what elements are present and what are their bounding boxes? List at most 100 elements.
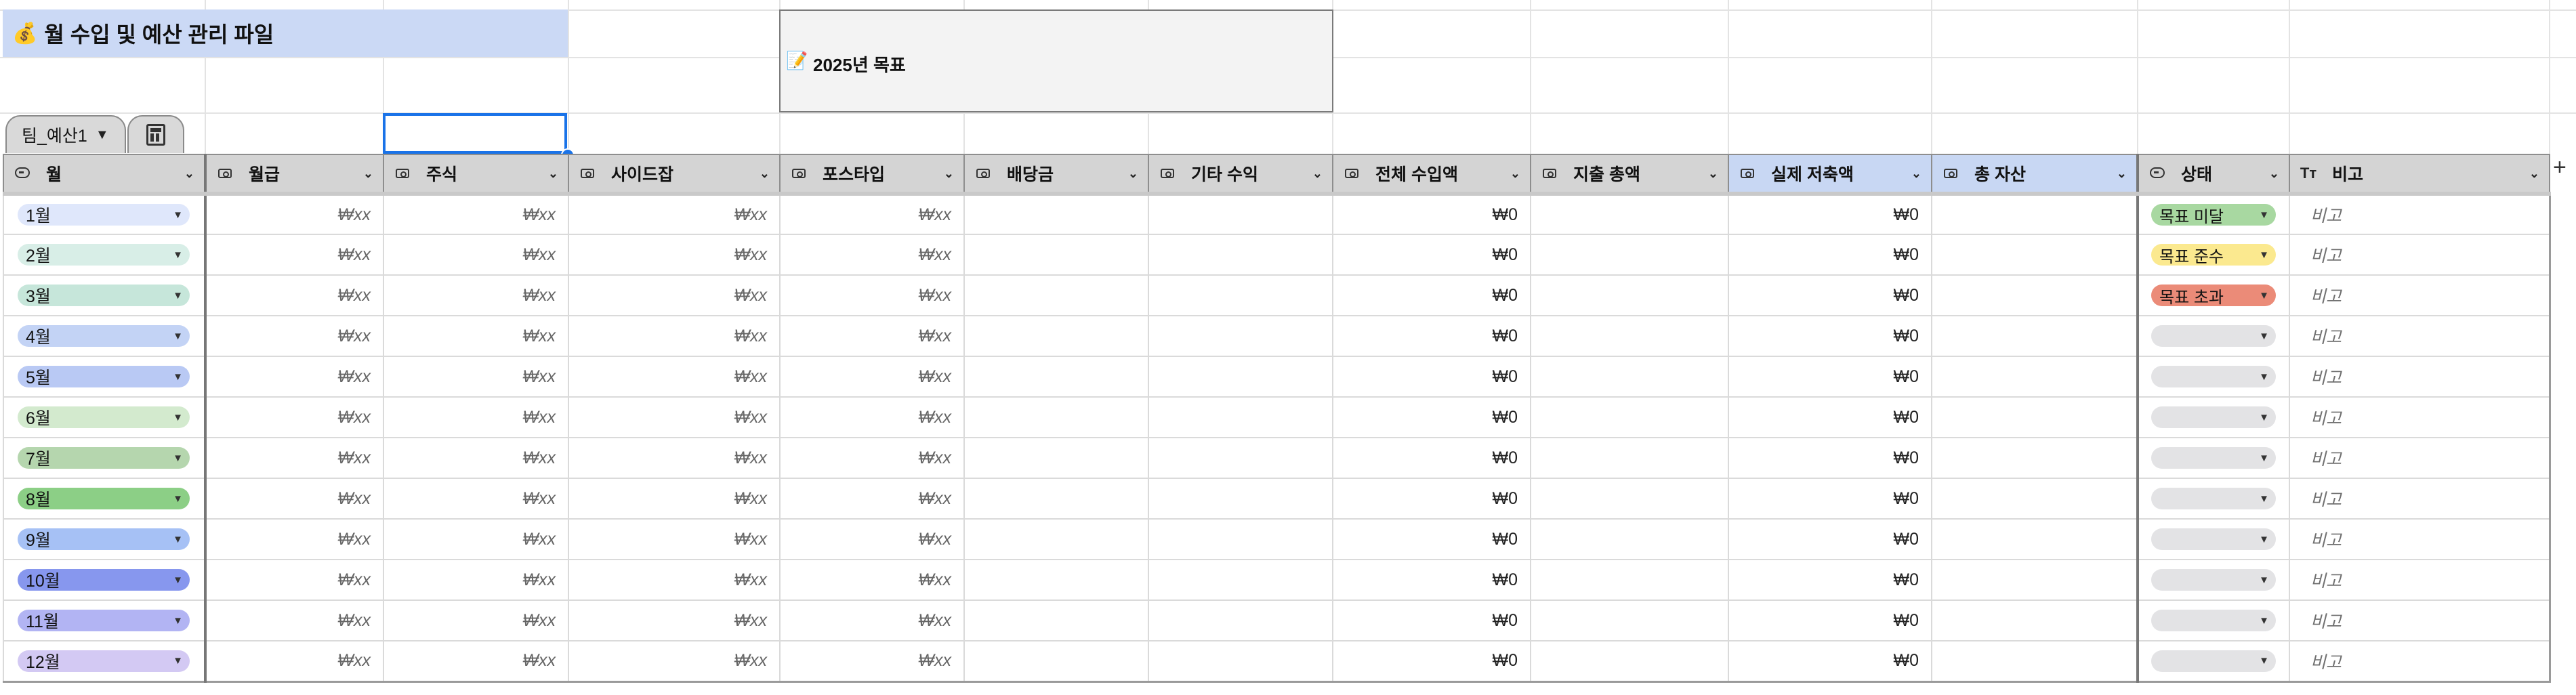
memo-cell[interactable]: 비고	[2289, 234, 2551, 276]
other-income-cell[interactable]	[1148, 192, 1333, 235]
expense-cell[interactable]	[1530, 478, 1729, 520]
stock-cell[interactable]: ₩xx	[383, 356, 569, 398]
dropdown-arrow-icon[interactable]: ▼	[173, 452, 183, 464]
chevron-down-icon[interactable]: ⌄	[363, 167, 373, 181]
dropdown-arrow-icon[interactable]: ▼	[2259, 574, 2269, 586]
savings-cell[interactable]: ₩0	[1728, 518, 1932, 560]
dropdown-arrow-icon[interactable]: ▼	[2259, 249, 2269, 261]
salary-cell[interactable]: ₩xx	[205, 315, 384, 357]
memo-cell[interactable]: 비고	[2289, 478, 2551, 520]
chevron-down-icon[interactable]: ⌄	[184, 167, 194, 181]
sidejob-cell[interactable]: ₩xx	[568, 396, 781, 438]
postype-cell[interactable]: ₩xx	[779, 559, 965, 601]
postype-cell[interactable]: ₩xx	[779, 437, 965, 479]
expense-cell[interactable]	[1530, 315, 1729, 357]
dividend-cell[interactable]	[963, 234, 1149, 276]
chevron-down-icon[interactable]: ⌄	[1708, 167, 1718, 181]
stock-cell[interactable]: ₩xx	[383, 396, 569, 438]
expense-cell[interactable]	[1530, 518, 1729, 560]
salary-cell[interactable]: ₩xx	[205, 274, 384, 316]
expense-cell[interactable]	[1530, 234, 1729, 276]
savings-cell[interactable]: ₩0	[1728, 356, 1932, 398]
dropdown-arrow-icon[interactable]: ▼	[2259, 534, 2269, 545]
assets-cell[interactable]	[1931, 234, 2138, 276]
total-income-cell[interactable]: ₩0	[1332, 437, 1531, 479]
dividend-cell[interactable]	[963, 315, 1149, 357]
sidejob-cell[interactable]: ₩xx	[568, 437, 781, 479]
total-income-cell[interactable]: ₩0	[1332, 315, 1531, 357]
dividend-cell[interactable]	[963, 437, 1149, 479]
status-cell[interactable]: ▼	[2136, 559, 2290, 601]
total-income-cell[interactable]: ₩0	[1332, 356, 1531, 398]
stock-cell[interactable]: ₩xx	[383, 559, 569, 601]
status-cell[interactable]: ▼	[2136, 640, 2290, 683]
stock-cell[interactable]: ₩xx	[383, 437, 569, 479]
postype-cell[interactable]: ₩xx	[779, 518, 965, 560]
dividend-cell[interactable]	[963, 192, 1149, 235]
chevron-down-icon[interactable]: ⌄	[2529, 167, 2539, 181]
month-pill[interactable]: 8월 ▼	[18, 488, 190, 509]
stock-cell[interactable]: ₩xx	[383, 315, 569, 357]
total-income-cell[interactable]: ₩0	[1332, 478, 1531, 520]
status-cell[interactable]: ▼	[2136, 396, 2290, 438]
dropdown-arrow-icon[interactable]: ▼	[2259, 371, 2269, 383]
postype-cell[interactable]: ₩xx	[779, 234, 965, 276]
month-pill[interactable]: 1월 ▼	[18, 204, 190, 226]
table-tab-budget[interactable]: 팀_예산1 ▼	[5, 115, 126, 153]
dropdown-arrow-icon[interactable]: ▼	[2259, 290, 2269, 301]
goal-textbox[interactable]: 📝 2025년 목표	[779, 9, 1333, 112]
postype-cell[interactable]: ₩xx	[779, 356, 965, 398]
column-header-memo[interactable]: Tт 비고 ⌄	[2289, 154, 2550, 195]
status-pill[interactable]: 목표 준수 ▼	[2151, 244, 2276, 266]
dividend-cell[interactable]	[963, 599, 1149, 641]
savings-cell[interactable]: ₩0	[1728, 192, 1932, 235]
expense-cell[interactable]	[1530, 396, 1729, 438]
assets-cell[interactable]	[1931, 478, 2138, 520]
chevron-down-icon[interactable]: ▼	[96, 127, 109, 143]
dropdown-arrow-icon[interactable]: ▼	[173, 371, 183, 383]
sidejob-cell[interactable]: ₩xx	[568, 356, 781, 398]
expense-cell[interactable]	[1530, 437, 1729, 479]
column-header-postype[interactable]: 포스타입 ⌄	[779, 154, 965, 195]
month-cell[interactable]: 4월 ▼	[3, 315, 207, 357]
savings-cell[interactable]: ₩0	[1728, 599, 1932, 641]
dividend-cell[interactable]	[963, 396, 1149, 438]
savings-cell[interactable]: ₩0	[1728, 234, 1932, 276]
postype-cell[interactable]: ₩xx	[779, 396, 965, 438]
salary-cell[interactable]: ₩xx	[205, 599, 384, 641]
column-header-savings[interactable]: 실제 저축액 ⌄	[1728, 154, 1932, 195]
total-income-cell[interactable]: ₩0	[1332, 234, 1531, 276]
status-cell[interactable]: 목표 미달 ▼	[2136, 192, 2290, 235]
status-cell[interactable]: ▼	[2136, 599, 2290, 641]
assets-cell[interactable]	[1931, 599, 2138, 641]
assets-cell[interactable]	[1931, 518, 2138, 560]
stock-cell[interactable]: ₩xx	[383, 192, 569, 235]
column-header-expense[interactable]: 지출 총액 ⌄	[1530, 154, 1729, 195]
expense-cell[interactable]	[1530, 356, 1729, 398]
status-pill[interactable]: ▼	[2151, 366, 2276, 387]
column-header-other[interactable]: 기타 수익 ⌄	[1148, 154, 1333, 195]
column-header-sidejob[interactable]: 사이드잡 ⌄	[568, 154, 781, 195]
salary-cell[interactable]: ₩xx	[205, 437, 384, 479]
stock-cell[interactable]: ₩xx	[383, 599, 569, 641]
status-cell[interactable]: 목표 초과 ▼	[2136, 274, 2290, 316]
salary-cell[interactable]: ₩xx	[205, 234, 384, 276]
status-pill[interactable]: ▼	[2151, 610, 2276, 631]
dropdown-arrow-icon[interactable]: ▼	[173, 534, 183, 545]
month-pill[interactable]: 9월 ▼	[18, 528, 190, 550]
column-header-salary[interactable]: 월급 ⌄	[205, 154, 384, 195]
month-cell[interactable]: 12월 ▼	[3, 640, 207, 683]
chevron-down-icon[interactable]: ⌄	[760, 167, 770, 181]
expense-cell[interactable]	[1530, 599, 1729, 641]
month-cell[interactable]: 8월 ▼	[3, 478, 207, 520]
savings-cell[interactable]: ₩0	[1728, 315, 1932, 357]
salary-cell[interactable]: ₩xx	[205, 478, 384, 520]
chevron-down-icon[interactable]: ⌄	[548, 167, 558, 181]
salary-cell[interactable]: ₩xx	[205, 396, 384, 438]
assets-cell[interactable]	[1931, 274, 2138, 316]
other-income-cell[interactable]	[1148, 396, 1333, 438]
other-income-cell[interactable]	[1148, 315, 1333, 357]
month-pill[interactable]: 11월 ▼	[18, 610, 190, 631]
total-income-cell[interactable]: ₩0	[1332, 274, 1531, 316]
memo-cell[interactable]: 비고	[2289, 559, 2551, 601]
